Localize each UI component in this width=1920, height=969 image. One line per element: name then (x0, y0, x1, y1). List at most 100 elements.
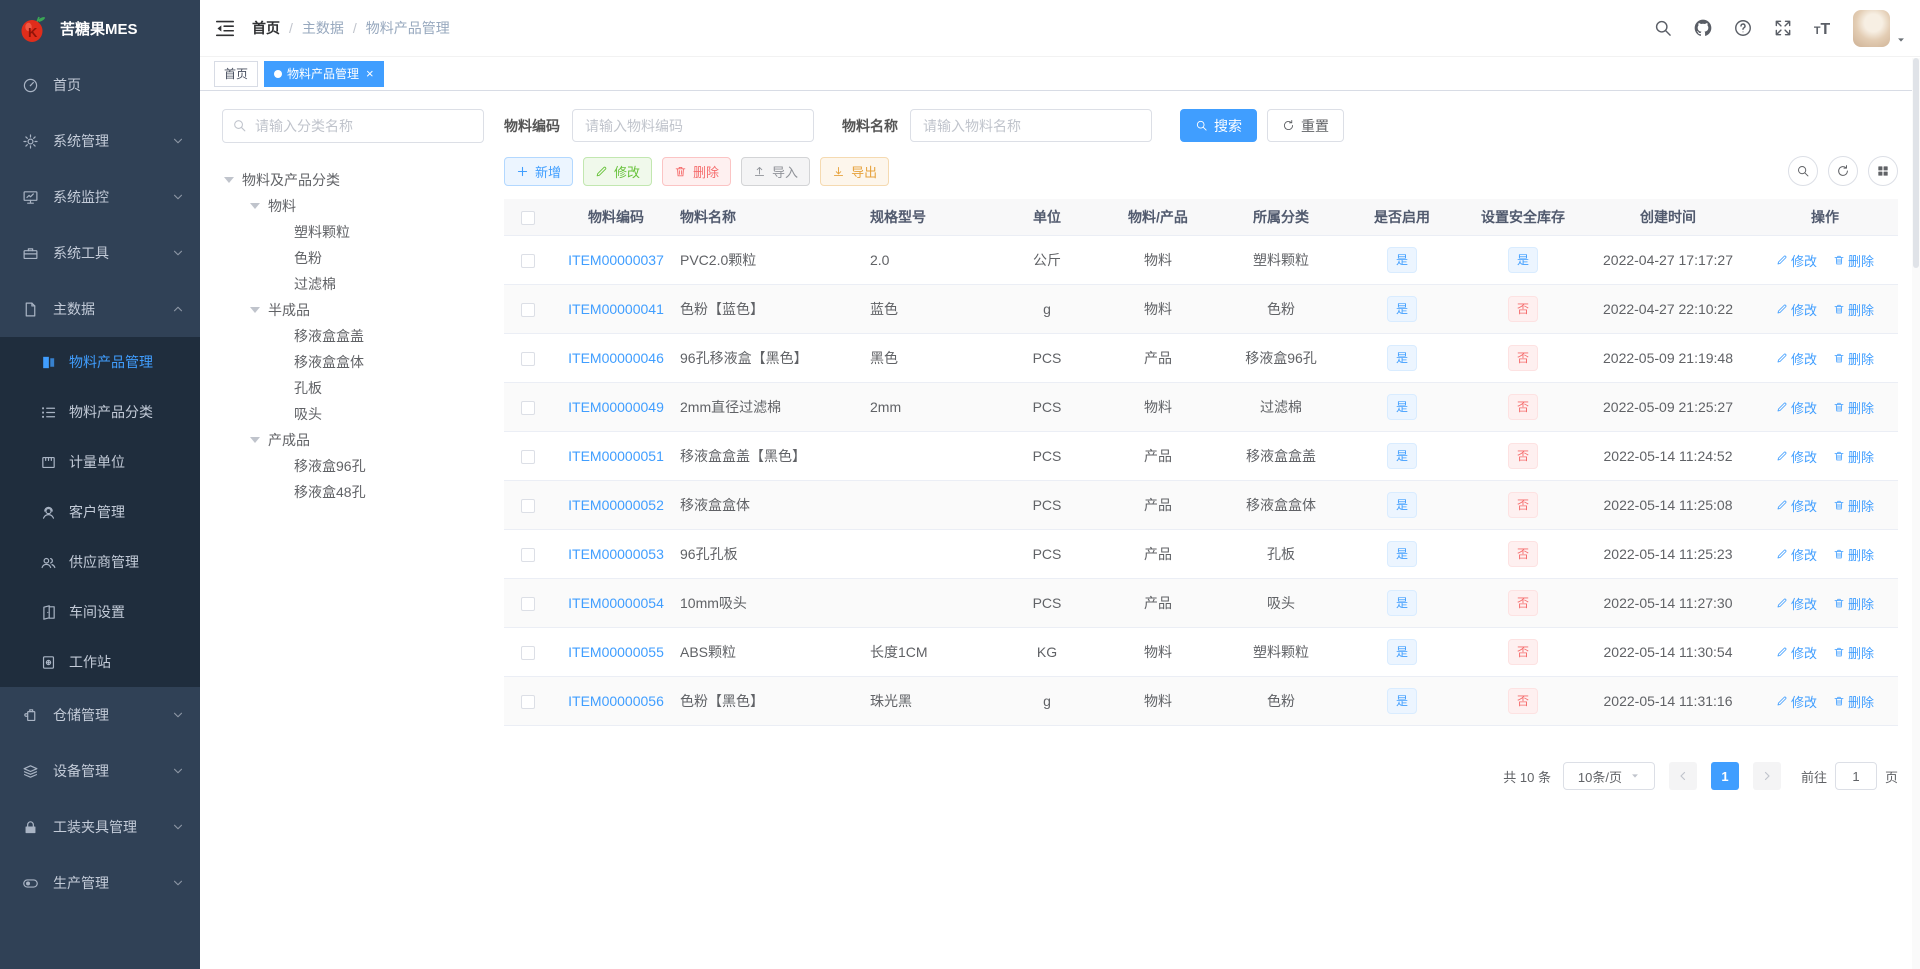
tree-node-6[interactable]: 移液盒盒盖 (222, 323, 484, 349)
delete-button[interactable]: 删除 (662, 156, 732, 186)
sidebar-item-measurement-unit[interactable]: 计量单位 (0, 437, 200, 487)
tab-material-product-management[interactable]: 物料产品管理 × (264, 60, 384, 87)
app-logo[interactable]: K 苦糖果MES (0, 0, 200, 57)
sidebar-item-production-management[interactable]: 生产管理 (0, 855, 200, 911)
row-delete-link[interactable]: 删除 (1833, 447, 1874, 466)
fullscreen-icon[interactable] (1773, 18, 1793, 38)
sidebar-item-fixture-management[interactable]: 工装夹具管理 (0, 799, 200, 855)
row-delete-link[interactable]: 删除 (1833, 349, 1874, 368)
tree-node-0[interactable]: 物料及产品分类 (222, 167, 484, 193)
row-checkbox[interactable] (521, 646, 535, 661)
tree-node-8[interactable]: 孔板 (222, 375, 484, 401)
tree-node-4[interactable]: 过滤棉 (222, 271, 484, 297)
edit-button[interactable]: 修改 (583, 156, 653, 186)
toggle-search-button[interactable] (1788, 156, 1818, 186)
sidebar-item-supplier-management[interactable]: 供应商管理 (0, 537, 200, 587)
row-checkbox[interactable] (521, 401, 535, 416)
row-checkbox[interactable] (521, 695, 535, 710)
material-name-input[interactable] (910, 109, 1152, 142)
sidebar-item-system-monitor[interactable]: 系统监控 (0, 169, 200, 225)
item-code-link[interactable]: ITEM00000037 (568, 252, 664, 268)
tab-close-icon[interactable]: × (366, 67, 374, 80)
reset-button[interactable]: 重置 (1267, 109, 1344, 142)
row-edit-link[interactable]: 修改 (1776, 643, 1817, 662)
goto-page-input[interactable] (1834, 762, 1877, 790)
column-settings-button[interactable] (1868, 156, 1898, 186)
category-search-input[interactable] (222, 109, 484, 143)
tree-node-9[interactable]: 吸头 (222, 401, 484, 427)
row-delete-link[interactable]: 删除 (1833, 545, 1874, 564)
row-checkbox[interactable] (521, 597, 535, 612)
breadcrumb-master-data[interactable]: 主数据 (302, 18, 344, 38)
item-code-link[interactable]: ITEM00000052 (568, 497, 664, 513)
material-code-input[interactable] (572, 109, 814, 142)
prev-page-button[interactable] (1668, 762, 1697, 790)
row-delete-link[interactable]: 删除 (1833, 692, 1874, 711)
tree-node-7[interactable]: 移液盒盒体 (222, 349, 484, 375)
row-edit-link[interactable]: 修改 (1776, 300, 1817, 319)
row-delete-link[interactable]: 删除 (1833, 251, 1874, 270)
row-checkbox[interactable] (521, 450, 535, 465)
sidebar-item-workstation[interactable]: 工作站 (0, 637, 200, 687)
sidebar-item-home[interactable]: 首页 (0, 57, 200, 113)
tree-expand-icon[interactable] (250, 307, 260, 313)
row-checkbox[interactable] (521, 303, 535, 318)
next-page-button[interactable] (1752, 762, 1781, 790)
sidebar-item-material-product-category[interactable]: 物料产品分类 (0, 387, 200, 437)
tree-node-1[interactable]: 物料 (222, 193, 484, 219)
search-button[interactable]: 搜索 (1180, 109, 1257, 142)
row-edit-link[interactable]: 修改 (1776, 692, 1817, 711)
row-edit-link[interactable]: 修改 (1776, 496, 1817, 515)
row-checkbox[interactable] (521, 548, 535, 563)
sidebar-item-material-product-management[interactable]: 物料产品管理 (0, 337, 200, 387)
page-size-select[interactable]: 10条/页 (1562, 762, 1655, 790)
avatar[interactable] (1853, 9, 1890, 47)
refresh-table-button[interactable] (1828, 156, 1858, 186)
tree-node-5[interactable]: 半成品 (222, 297, 484, 323)
tree-node-10[interactable]: 产成品 (222, 427, 484, 453)
item-code-link[interactable]: ITEM00000053 (568, 546, 664, 562)
sidebar-item-equipment-management[interactable]: 设备管理 (0, 743, 200, 799)
sidebar-item-master-data[interactable]: 主数据 (0, 281, 200, 337)
item-code-link[interactable]: ITEM00000041 (568, 301, 664, 317)
row-edit-link[interactable]: 修改 (1776, 447, 1817, 466)
row-delete-link[interactable]: 删除 (1833, 300, 1874, 319)
row-edit-link[interactable]: 修改 (1776, 594, 1817, 613)
tree-node-3[interactable]: 色粉 (222, 245, 484, 271)
item-code-link[interactable]: ITEM00000054 (568, 595, 664, 611)
sidebar-item-warehouse-management[interactable]: 仓储管理 (0, 687, 200, 743)
select-all-checkbox[interactable] (521, 211, 535, 226)
github-icon[interactable] (1693, 18, 1713, 38)
user-menu[interactable] (1853, 9, 1906, 47)
scrollbar-thumb[interactable] (1913, 58, 1919, 268)
help-icon[interactable] (1733, 18, 1753, 38)
row-edit-link[interactable]: 修改 (1776, 545, 1817, 564)
row-checkbox[interactable] (521, 499, 535, 514)
tree-node-12[interactable]: 移液盒48孔 (222, 479, 484, 505)
tree-node-2[interactable]: 塑料颗粒 (222, 219, 484, 245)
row-delete-link[interactable]: 删除 (1833, 496, 1874, 515)
row-edit-link[interactable]: 修改 (1776, 349, 1817, 368)
tree-expand-icon[interactable] (224, 177, 234, 183)
tree-node-11[interactable]: 移液盒96孔 (222, 453, 484, 479)
row-checkbox[interactable] (521, 254, 535, 269)
page-scrollbar[interactable] (1912, 58, 1920, 969)
row-edit-link[interactable]: 修改 (1776, 251, 1817, 270)
font-size-icon[interactable]: TT (1813, 18, 1833, 38)
sidebar-item-customer-management[interactable]: 客户管理 (0, 487, 200, 537)
tree-expand-icon[interactable] (250, 437, 260, 443)
row-checkbox[interactable] (521, 352, 535, 367)
breadcrumb-home[interactable]: 首页 (252, 18, 280, 38)
row-delete-link[interactable]: 删除 (1833, 643, 1874, 662)
item-code-link[interactable]: ITEM00000051 (568, 448, 664, 464)
item-code-link[interactable]: ITEM00000056 (568, 693, 664, 709)
item-code-link[interactable]: ITEM00000055 (568, 644, 664, 660)
row-edit-link[interactable]: 修改 (1776, 398, 1817, 417)
row-delete-link[interactable]: 删除 (1833, 594, 1874, 613)
row-delete-link[interactable]: 删除 (1833, 398, 1874, 417)
sidebar-item-system-tools[interactable]: 系统工具 (0, 225, 200, 281)
sidebar-fold-icon[interactable] (214, 17, 236, 39)
search-icon[interactable] (1653, 18, 1673, 38)
sidebar-item-workshop-settings[interactable]: 车间设置 (0, 587, 200, 637)
item-code-link[interactable]: ITEM00000049 (568, 399, 664, 415)
